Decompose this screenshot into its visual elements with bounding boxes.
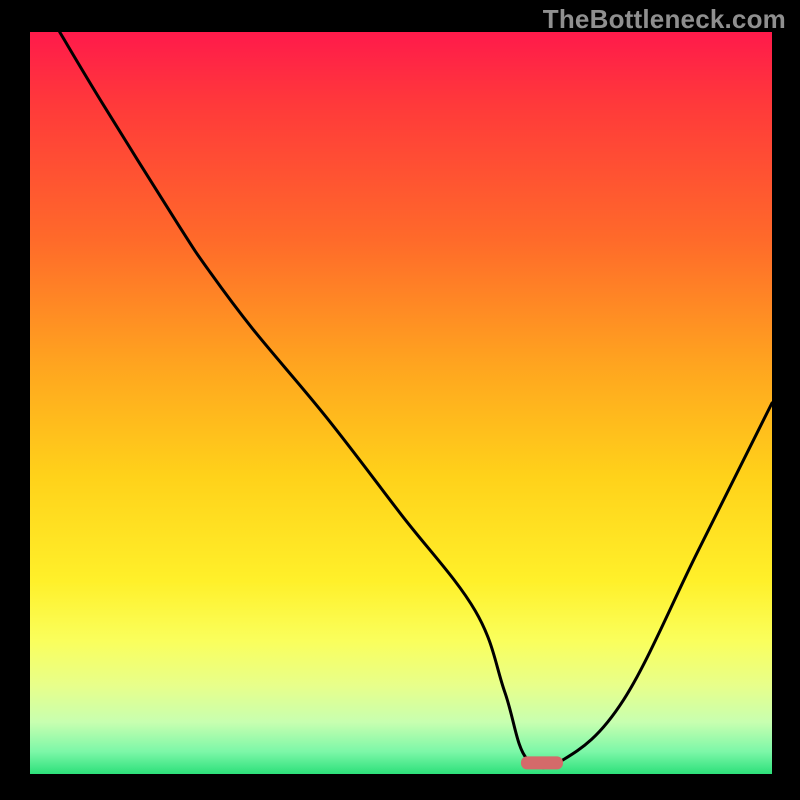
chart-frame: { "watermark": "TheBottleneck.com", "cha… xyxy=(0,0,800,800)
watermark-text: TheBottleneck.com xyxy=(543,4,786,35)
optimal-point-marker xyxy=(521,756,563,769)
bottleneck-chart xyxy=(0,0,800,800)
plot-background xyxy=(30,32,772,774)
